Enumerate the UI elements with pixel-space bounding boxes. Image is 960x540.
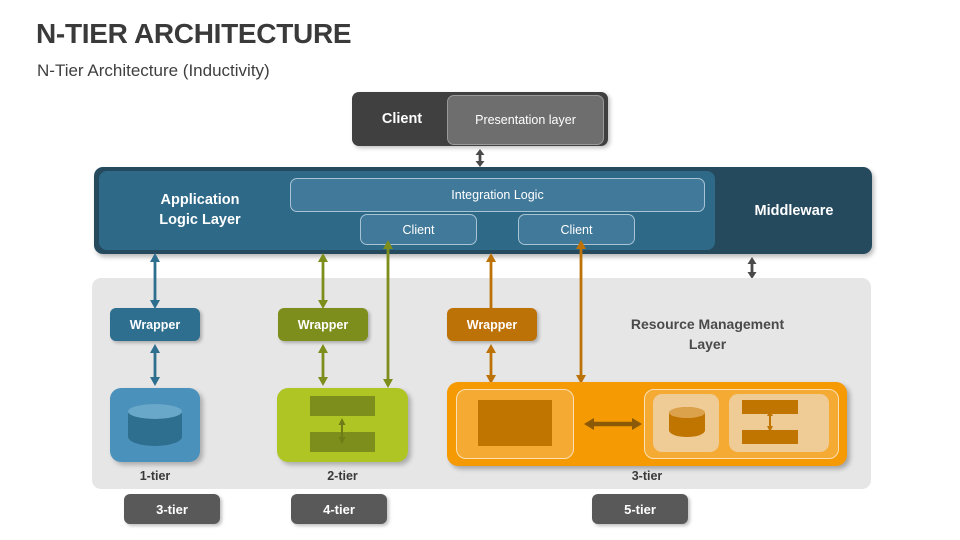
connector-middleware-to-resource (744, 256, 760, 280)
page-title: N-TIER ARCHITECTURE (36, 18, 352, 49)
middleware-label: Middleware (754, 202, 834, 219)
diagram-canvas: N-TIER ARCHITECTURE N-Tier Architecture … (0, 0, 960, 540)
arrow-band-to-wrapper-olive (315, 253, 331, 309)
integration-logic-bar: Integration Logic (290, 178, 705, 212)
resource-management-label: Resource Management Layer (600, 312, 815, 358)
application-logic-label: Application Logic Layer (120, 186, 280, 236)
tier2-caption: 2-tier (327, 469, 358, 483)
tier2-internal-arrow (336, 418, 348, 444)
arrow-band-to-tier3-direct (573, 240, 589, 384)
tier3-bar-bottom (742, 430, 798, 444)
arrow-band-to-tier2-direct (380, 240, 396, 388)
resource-label-line2: Layer (688, 336, 727, 352)
wrapper-box-2: Wrapper (278, 308, 368, 341)
resource-label-line1: Resource Management (630, 316, 785, 333)
tier3-caption: 3-tier (631, 469, 663, 483)
wrapper-box-1: Wrapper (110, 308, 200, 341)
tier2-bar-top (310, 396, 375, 416)
arrow-band-to-wrapper-orange (483, 253, 499, 309)
wrapper-box-3: Wrapper (447, 308, 537, 341)
application-logic-line1: Application (160, 192, 240, 209)
badge-4-tier[interactable]: 4-tier (291, 494, 387, 524)
client-label: Client (381, 111, 423, 127)
badge-3-tier[interactable]: 3-tier (124, 494, 220, 524)
application-logic-line2: Logic Layer (159, 212, 241, 228)
tier1-caption: 1-tier (139, 469, 171, 483)
connector-client-to-middleware (472, 148, 488, 168)
page-subtitle: N-Tier Architecture (Inductivity) (37, 61, 270, 80)
database-cylinder-icon (128, 404, 182, 446)
badge-5-tier[interactable]: 5-tier (592, 494, 688, 524)
arrow-wrapper-to-tier2 (315, 344, 331, 386)
integration-client-box-1: Client (360, 214, 477, 245)
tier3-bar-internal-arrow (765, 410, 775, 432)
tier3-database-cylinder-icon (669, 407, 705, 437)
presentation-layer-box: Presentation layer (447, 95, 604, 145)
arrow-band-to-wrapper-blue (147, 253, 163, 309)
tier3-internal-arrow (584, 413, 642, 435)
arrow-wrapper-to-tier1 (147, 344, 163, 386)
tier3-left-screen (478, 400, 552, 446)
arrow-wrapper-to-tier3 (483, 344, 499, 384)
